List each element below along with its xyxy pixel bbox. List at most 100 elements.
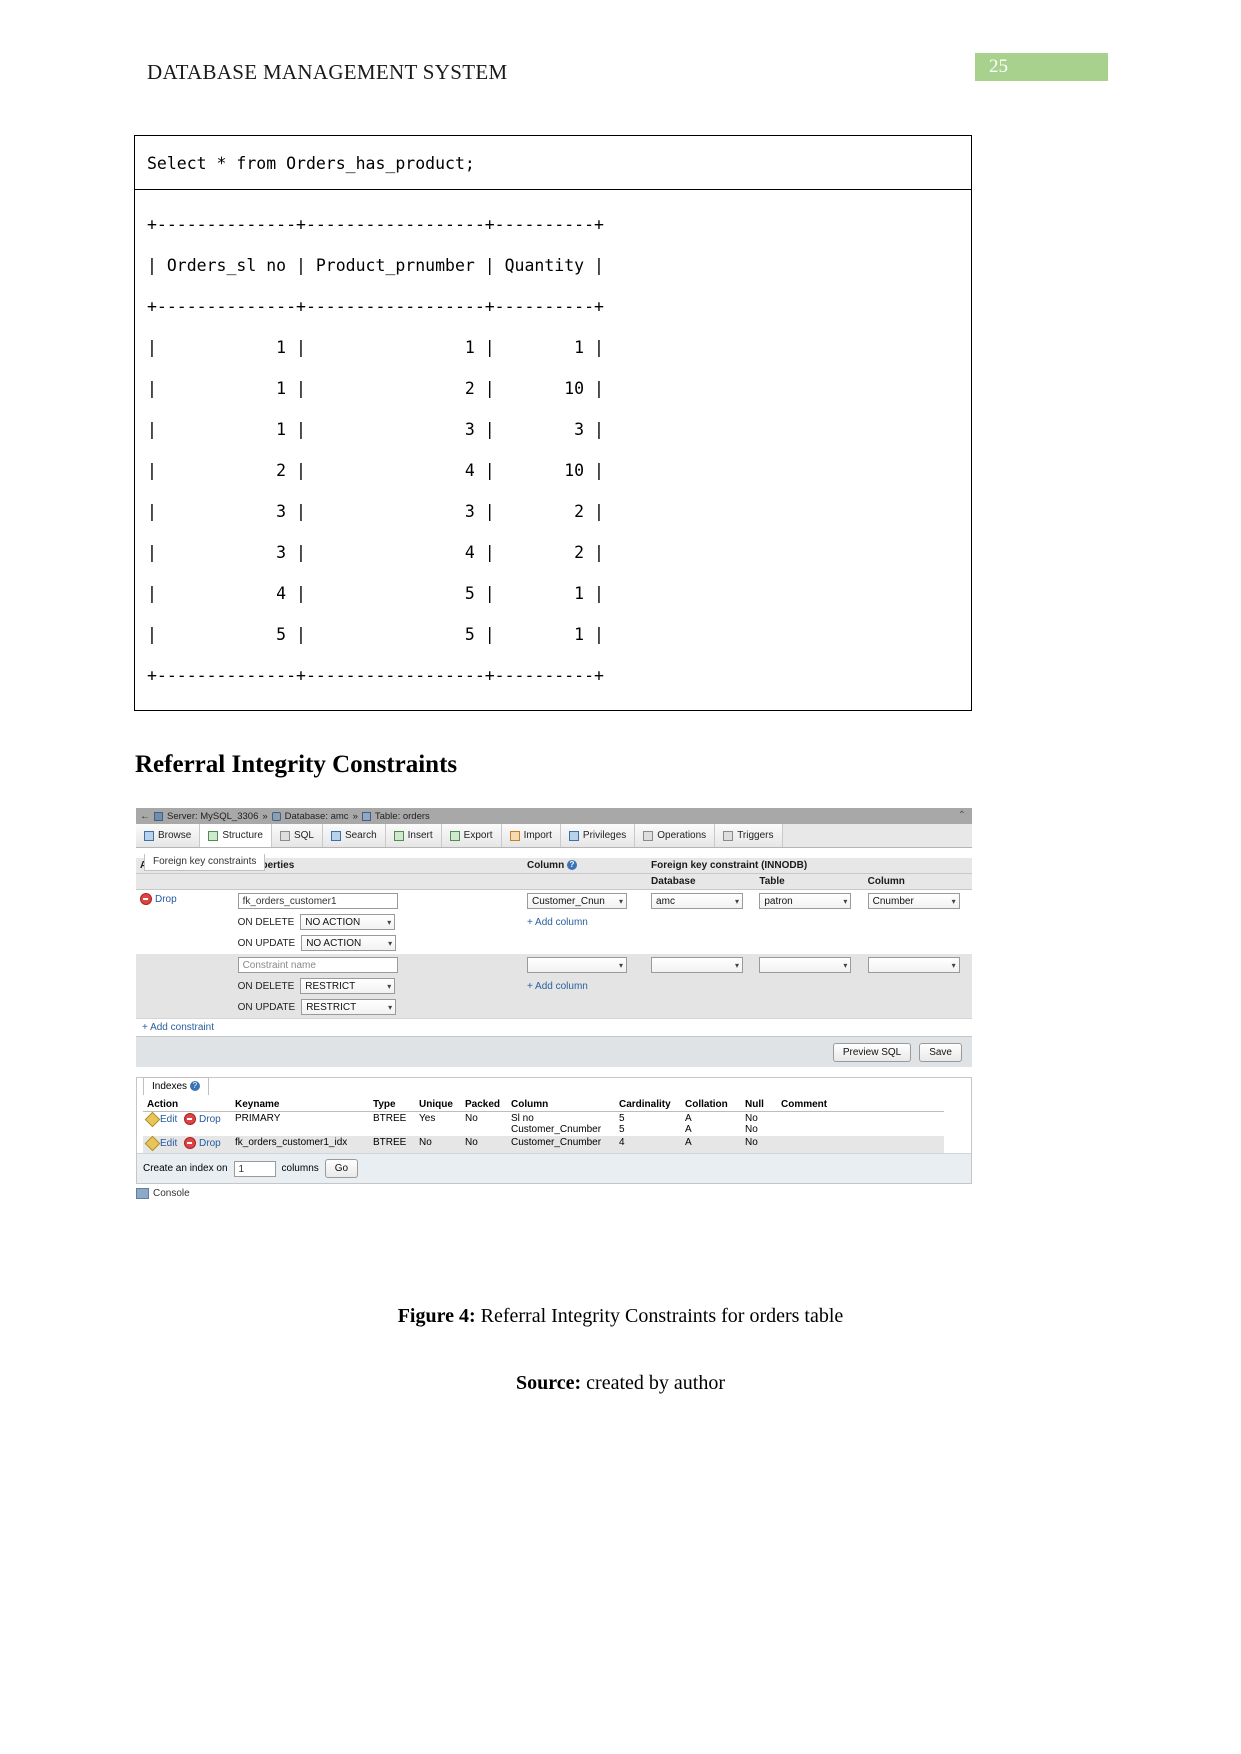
constraint-name-input-1[interactable]: fk_orders_customer1 [237,893,398,909]
index-row-1-collation: A A [681,1112,741,1137]
indexes-label: Indexes [152,1081,188,1092]
target-column-select-1[interactable]: Cnumber [867,893,960,909]
tab-export[interactable]: Export [441,824,502,847]
add-column-link-2[interactable]: + Add column [527,981,588,992]
target-column-select-2[interactable] [867,957,960,973]
fk-th-database: Database [647,873,756,890]
tab-insert-label: Insert [407,830,433,841]
idx-th-action: Action [143,1098,231,1112]
drop-label: Drop [155,893,177,905]
tab-triggers[interactable]: Triggers [715,824,783,847]
drop-index-button-1[interactable]: Drop [184,1113,221,1125]
create-index-input[interactable]: 1 [233,1160,276,1177]
fk-th-blank-3 [522,873,648,890]
indexes-table: Action Keyname Type Unique Packed Column… [143,1098,944,1153]
fk-constraints-panel: Foreign key constraints Actions Constrai… [136,854,972,1199]
index-row-2-cardinality: 4 [615,1136,681,1153]
drop-index-icon [184,1113,197,1125]
save-button[interactable]: Save [919,1042,962,1062]
sql-sep-top: +--------------+------------------+-----… [147,215,604,234]
console-bar[interactable]: Console [136,1188,972,1199]
add-constraint-link[interactable]: + Add constraint [136,1018,972,1036]
tab-search[interactable]: Search [322,824,386,847]
preview-sql-button[interactable]: Preview SQL [832,1042,912,1062]
index-row-1-column-a: Sl no [511,1113,534,1124]
edit-index-button-2[interactable]: Edit [144,1135,177,1152]
subtab-foreign-key-constraints[interactable]: Foreign key constraints [144,854,266,871]
on-update-select-1[interactable]: NO ACTION [301,935,397,951]
drop-index-button-2[interactable]: Drop [184,1137,221,1149]
index-row-2-type: BTREE [369,1136,415,1153]
privileges-icon [568,830,579,841]
on-update-row-2: ON UPDATE RESTRICT [193,999,519,1015]
fk-row-1: Drop fk_orders_customer1 ON DELETE NO AC… [136,889,972,955]
server-icon [154,811,163,821]
idx-th-column: Column [507,1098,615,1112]
tab-sql[interactable]: SQL [271,824,323,847]
breadcrumb-database[interactable]: Database: amc [285,811,349,822]
breadcrumb-server[interactable]: Server: MySQL_3306 [167,811,258,822]
on-delete-row-2: ON DELETE RESTRICT [193,978,519,994]
index-row-primary: Edit Drop PRIMARY BTREE Yes No Sl no Cus… [143,1111,944,1137]
sql-data-row-6: | 4 | 5 | 1 | [147,584,604,603]
index-row-1-column-b: Customer_Cnumber [511,1124,602,1135]
index-row-1-type: BTREE [373,1113,407,1124]
constraint-name-input-2[interactable]: Constraint name [237,957,398,973]
back-arrow-icon[interactable]: ← [140,811,150,822]
index-row-2-comment [777,1136,944,1153]
collapse-chevron-icon[interactable]: ⌃ [958,810,966,821]
target-database-select-2[interactable] [651,957,744,973]
index-row-1-comment [777,1112,944,1137]
target-table-select-1[interactable]: patron [759,893,852,909]
index-row-1-action: Edit Drop [143,1111,231,1137]
export-icon [449,830,460,841]
on-delete-select-1[interactable]: NO ACTION [300,914,396,930]
tab-search-label: Search [344,830,377,841]
help-icon[interactable]: ? [566,860,577,871]
idx-th-comment: Comment [777,1098,944,1112]
idx-th-unique: Unique [415,1098,461,1112]
drop-constraint-button[interactable]: Drop [140,893,177,905]
sql-sep-bottom: +--------------+------------------+-----… [147,666,604,685]
on-delete-select-2[interactable]: RESTRICT [300,978,396,994]
index-row-2-keyname: fk_orders_customer1_idx [231,1136,369,1153]
index-row-1-null-b: No [745,1124,758,1135]
console-label: Console [153,1188,190,1199]
on-update-label-2: ON UPDATE [237,1001,296,1013]
sql-icon [279,830,290,841]
browse-icon [144,830,154,841]
fk-row-1-properties: fk_orders_customer1 ON DELETE NO ACTION … [189,890,523,955]
indexes-help-icon[interactable]: ? [189,1081,200,1092]
source-column-select-1[interactable]: Customer_Cnun [526,893,627,909]
tab-import[interactable]: Import [501,824,561,847]
tab-structure[interactable]: Structure [200,824,272,847]
index-row-1-null-a: No [745,1113,758,1124]
target-database-select-1[interactable]: amc [651,893,744,909]
sql-data-row-0: | 1 | 1 | 1 | [147,338,604,357]
breadcrumb-sep-1: » [262,810,268,822]
create-index-go-button[interactable]: Go [324,1159,359,1178]
breadcrumb-table[interactable]: Table: orders [375,811,430,822]
source-caption-bold: Source: [515,1372,582,1394]
index-row-1-collation-b: A [685,1124,692,1135]
tab-browse[interactable]: Browse [136,824,201,847]
tab-operations[interactable]: Operations [635,824,716,847]
console-icon [136,1188,149,1199]
edit-label-1: Edit [160,1114,178,1125]
fk-row-2-target-column [864,954,972,1018]
add-column-link-1[interactable]: + Add column [527,917,588,928]
fk-row-2-database [647,954,755,1018]
structure-icon [208,830,219,841]
tab-privileges[interactable]: Privileges [560,824,636,847]
on-delete-label-2: ON DELETE [237,980,295,992]
tab-insert[interactable]: Insert [385,824,442,847]
edit-index-button-1[interactable]: Edit [144,1111,178,1128]
fk-th-blank-2 [188,873,523,890]
on-delete-label-1: ON DELETE [237,916,295,928]
sql-header-row: | Orders_sl no | Product_prnumber | Quan… [147,256,604,275]
source-column-select-2[interactable] [526,957,627,973]
operations-icon [643,830,654,841]
source-caption-text: created by author [581,1372,725,1394]
on-update-select-2[interactable]: RESTRICT [301,999,397,1015]
target-table-select-2[interactable] [759,957,852,973]
